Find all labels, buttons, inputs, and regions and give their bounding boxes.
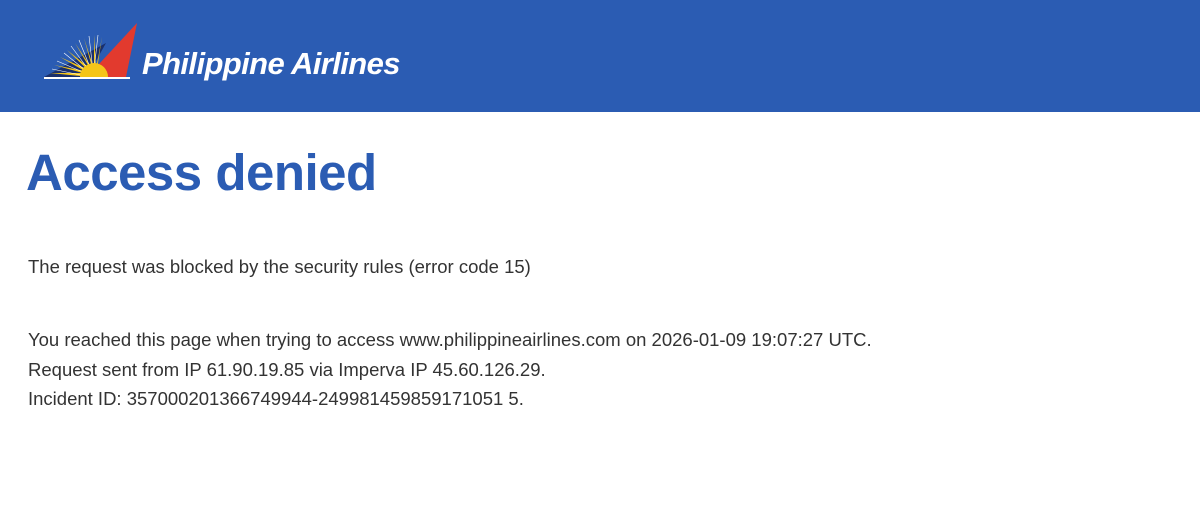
incident-id-line: Incident ID: 357000201366749944-24998145…	[28, 388, 524, 409]
brand-name: Philippine Airlines	[142, 46, 400, 81]
block-reason-message: The request was blocked by the security …	[28, 256, 531, 277]
ip-info-line: Request sent from IP 61.90.19.85 via Imp…	[28, 358, 546, 380]
page-title: Access denied	[26, 144, 377, 201]
philippine-airlines-logo-icon	[44, 23, 137, 79]
incident-details: You reached this page when trying to acc…	[28, 325, 872, 414]
access-info-line: You reached this page when trying to acc…	[28, 329, 872, 350]
site-header: Philippine Airlines	[0, 0, 1200, 112]
